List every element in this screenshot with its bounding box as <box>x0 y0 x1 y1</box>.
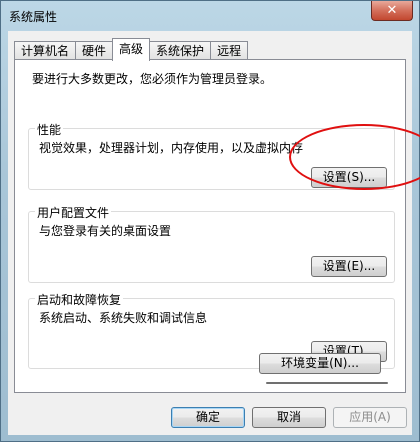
window-title: 系统属性 <box>9 10 58 24</box>
startup-recovery-description: 系统启动、系统失败和调试信息 <box>39 311 208 325</box>
performance-settings-button[interactable]: 设置(S)... <box>311 167 387 188</box>
close-button[interactable]: ✕ <box>371 1 413 21</box>
admin-notice: 要进行大多数更改，您必须作为管理员登录。 <box>32 72 273 86</box>
advanced-tab-panel: 要进行大多数更改，您必须作为管理员登录。 性能 视觉效果，处理器计划，内存使用，… <box>14 59 406 393</box>
tab-system-protection[interactable]: 系统保护 <box>149 41 212 60</box>
tab-advanced[interactable]: 高级 <box>112 38 151 61</box>
tab-hardware[interactable]: 硬件 <box>75 41 114 60</box>
title-bar[interactable]: 系统属性 ✕ <box>1 1 419 29</box>
close-icon: ✕ <box>386 3 398 18</box>
system-properties-window: 系统属性 ✕ 计算机名 硬件 高级 系统保护 远程 要进行大多数更改，您必须作为… <box>0 0 420 442</box>
spacer <box>266 382 388 384</box>
user-profiles-title: 用户配置文件 <box>35 204 112 221</box>
tab-strip: 计算机名 硬件 高级 系统保护 远程 <box>14 38 249 61</box>
performance-description: 视觉效果，处理器计划，内存使用，以及虚拟内存 <box>39 141 304 155</box>
tab-remote[interactable]: 远程 <box>210 41 249 60</box>
performance-group: 性能 视觉效果，处理器计划，内存使用，以及虚拟内存 设置(S)... <box>28 121 395 190</box>
tab-computer-name[interactable]: 计算机名 <box>14 41 77 60</box>
user-profiles-settings-button[interactable]: 设置(E)... <box>311 256 387 277</box>
user-profiles-group: 用户配置文件 与您登录有关的桌面设置 设置(E)... <box>28 204 395 283</box>
ok-button[interactable]: 确定 <box>171 407 245 428</box>
performance-title: 性能 <box>35 121 64 138</box>
user-profiles-description: 与您登录有关的桌面设置 <box>39 224 172 238</box>
dialog-client-area: 计算机名 硬件 高级 系统保护 远程 要进行大多数更改，您必须作为管理员登录。 … <box>8 31 412 435</box>
cancel-button[interactable]: 取消 <box>252 407 326 428</box>
environment-variables-button[interactable]: 环境变量(N)... <box>259 353 381 374</box>
startup-recovery-title: 启动和故障恢复 <box>35 291 124 308</box>
apply-button[interactable]: 应用(A) <box>333 407 407 428</box>
